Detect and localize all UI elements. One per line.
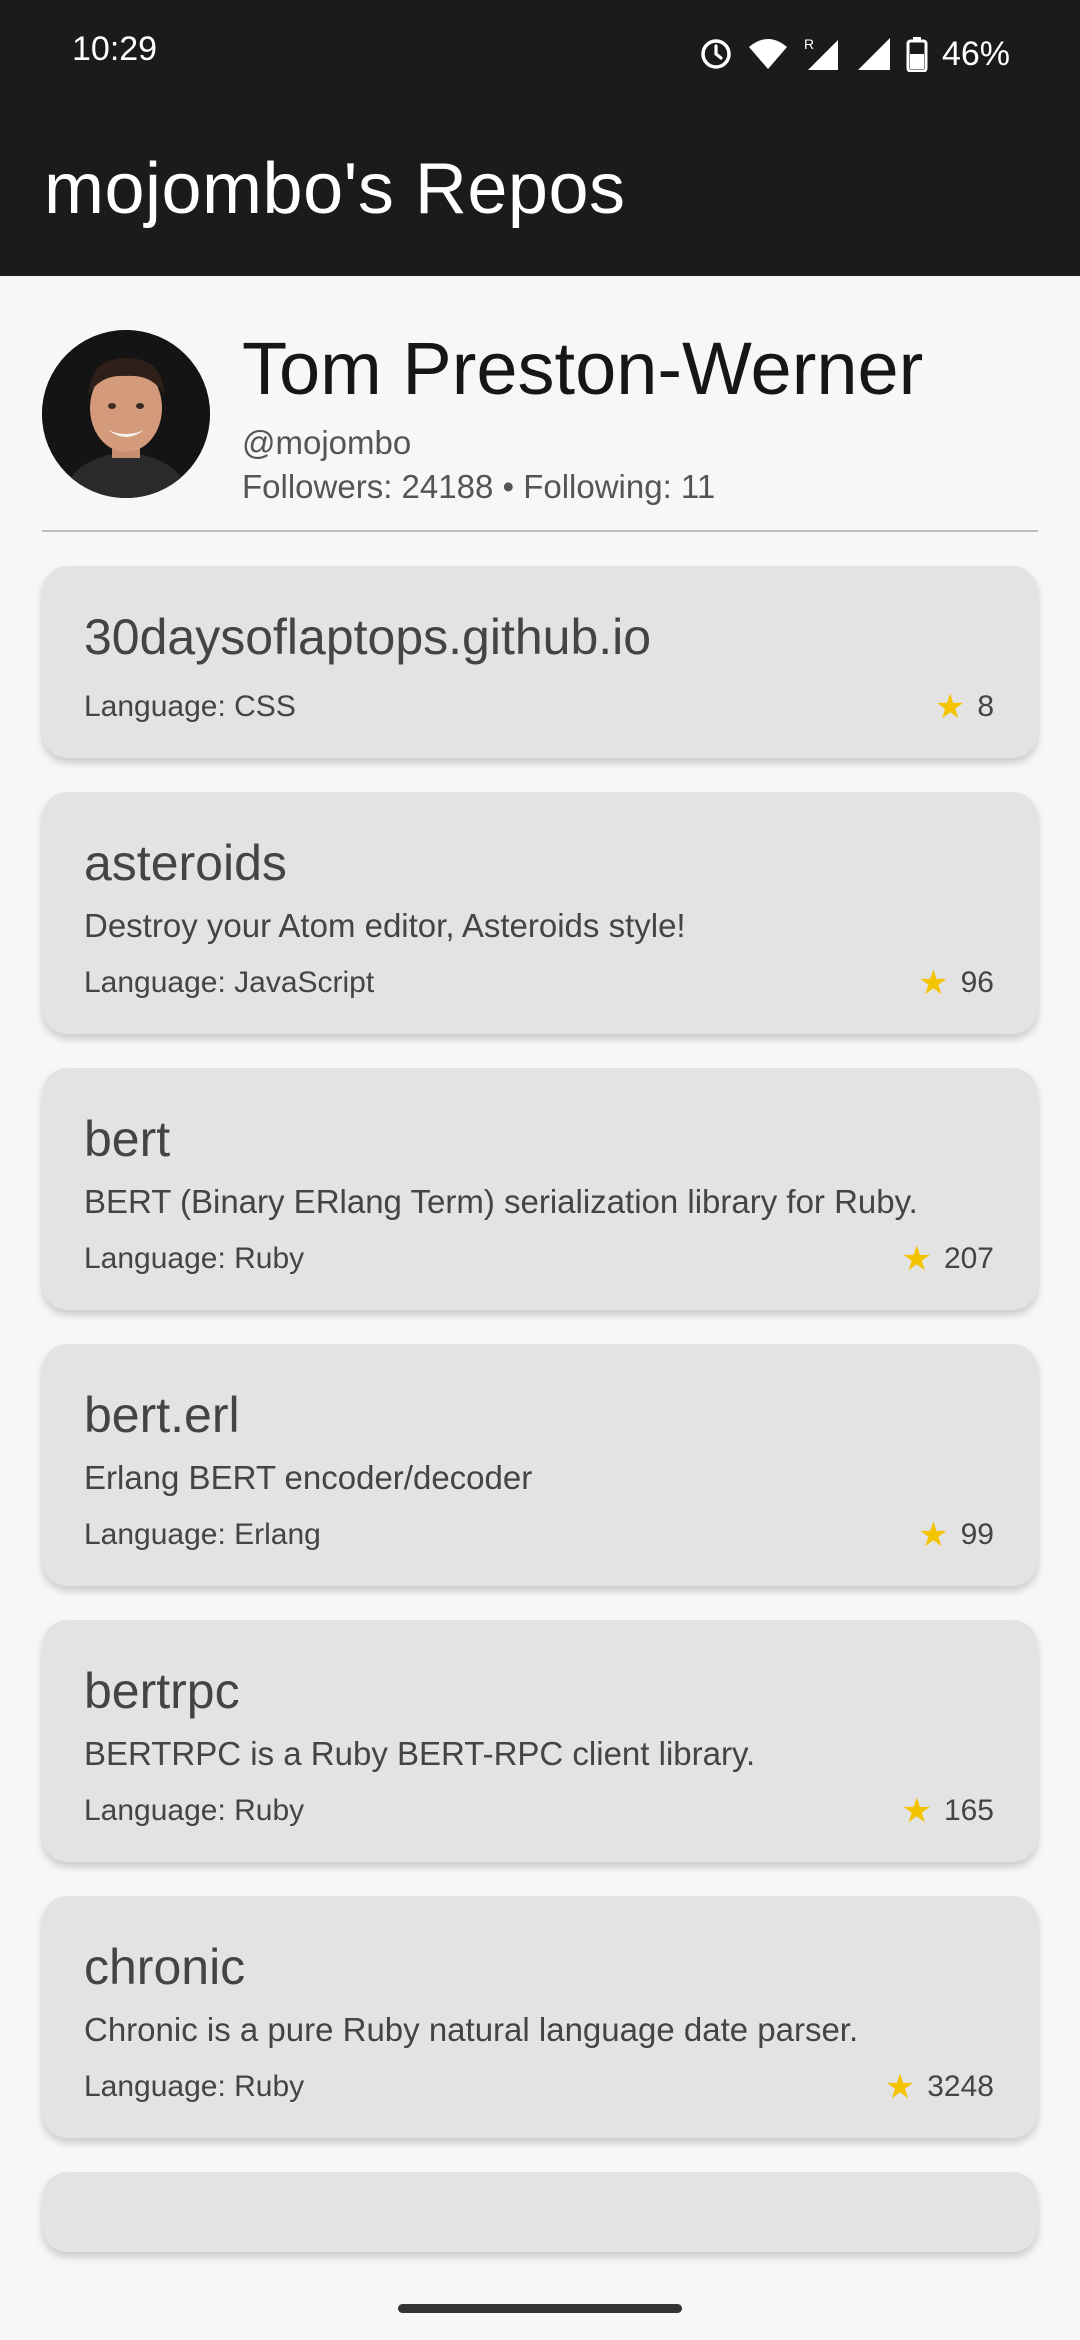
repo-card[interactable]: bert.erl Erlang BERT encoder/decoder Lan… [42,1344,1038,1586]
repo-language: Language: Ruby [84,2070,305,2103]
repo-card-partial[interactable] [42,2172,1038,2252]
page-title: mojombo's Repos [44,149,626,229]
gesture-nav-handle[interactable] [398,2304,682,2313]
status-bar: 10:29 R 46% [0,0,1080,108]
avatar [42,330,210,498]
star-count: 207 [943,1242,994,1275]
repo-language: Language: Ruby [84,1242,305,1275]
star-icon: ★ [918,1516,949,1554]
followers-following: Followers: 24188 • Following: 11 [242,468,716,505]
star-icon: ★ [934,688,966,726]
repo-stars: ★ 8 [935,690,994,724]
app-bar: mojombo's Repos [0,108,1080,276]
repo-stars: ★ 207 [901,1242,994,1276]
star-count: 3248 [927,2070,994,2103]
repo-meta: Language: Erlang ★ 99 [84,1518,994,1552]
status-time: 10:29 [72,30,158,68]
star-icon: ★ [884,2068,916,2106]
repo-meta: Language: JavaScript ★ 96 [84,966,994,1000]
repo-stars: ★ 99 [918,1518,994,1552]
repo-description: BERTRPC is a Ruby BERT-RPC client librar… [84,1735,756,1772]
repo-name: bert.erl [84,1387,240,1443]
star-count: 96 [960,966,994,999]
repo-name: chronic [84,1939,246,1995]
star-icon: ★ [901,1792,932,1830]
repo-description: BERT (Binary ERlang Term) serialization … [84,1183,918,1220]
star-count: 165 [943,1794,994,1827]
repo-card[interactable]: chronic Chronic is a pure Ruby natural l… [42,1896,1038,2138]
wifi-icon [748,39,787,69]
repo-language: Language: Erlang [84,1518,321,1551]
repo-language: Language: CSS [84,690,296,723]
repo-name: asteroids [84,835,287,891]
repo-meta: Language: Ruby ★ 207 [84,1242,994,1276]
repo-description: Destroy your Atom editor, Asteroids styl… [84,907,686,944]
repo-language: Language: Ruby [84,1794,305,1827]
signal-roaming-icon: R [804,36,838,70]
repo-card[interactable]: bert BERT (Binary ERlang Term) serializa… [42,1068,1038,1310]
profile-handle: @mojombo [242,424,412,461]
repo-stars: ★ 3248 [885,2070,994,2104]
repo-meta: Language: CSS ★ 8 [84,690,994,724]
divider [42,530,1038,532]
avatar-image [42,330,210,498]
profile-header: Tom Preston-Werner @mojombo Followers: 2… [0,276,1080,532]
repo-stars: ★ 96 [918,966,994,1000]
battery-percent: 46% [941,34,1010,73]
star-count: 8 [977,690,994,723]
profile-name: Tom Preston-Werner [242,327,924,410]
repo-name: bert [84,1111,171,1167]
svg-text:R: R [804,36,814,52]
repo-stars: ★ 165 [901,1794,994,1828]
alarm-icon [701,39,731,69]
repo-list: 30daysoflaptops.github.io Language: CSS … [42,566,1038,2286]
battery-icon [906,37,928,72]
repo-card[interactable]: bertrpc BERTRPC is a Ruby BERT-RPC clien… [42,1620,1038,1862]
repo-language: Language: JavaScript [84,966,375,999]
star-count: 99 [960,1518,994,1551]
repo-description: Chronic is a pure Ruby natural language … [84,2011,859,2048]
star-icon: ★ [918,964,949,1002]
repo-description: Erlang BERT encoder/decoder [84,1459,533,1496]
repo-card[interactable]: 30daysoflaptops.github.io Language: CSS … [42,566,1038,758]
status-icons: R 46% [698,28,1010,80]
star-icon: ★ [901,1240,932,1278]
signal-icon [857,38,890,70]
repo-name: 30daysoflaptops.github.io [84,609,652,665]
repo-name: bertrpc [84,1663,240,1719]
repo-card[interactable]: asteroids Destroy your Atom editor, Aste… [42,792,1038,1034]
repo-meta: Language: Ruby ★ 165 [84,1794,994,1828]
repo-meta: Language: Ruby ★ 3248 [84,2070,994,2104]
